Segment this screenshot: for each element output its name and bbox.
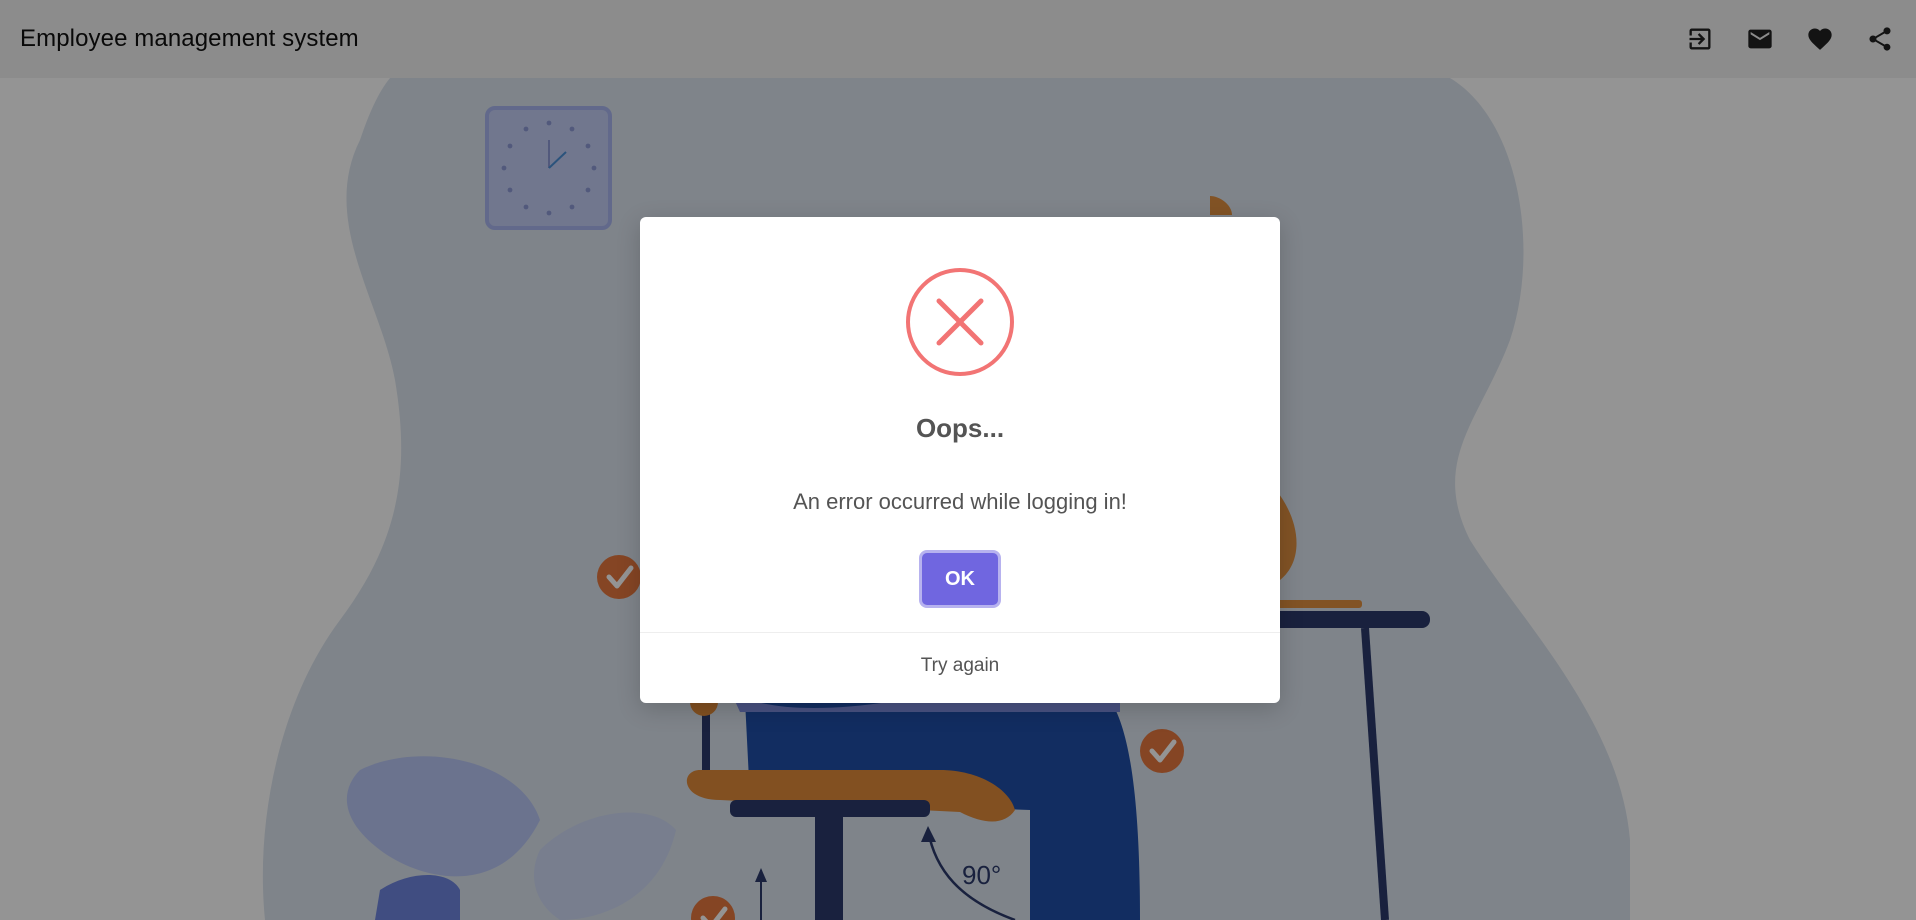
ok-button[interactable]: OK xyxy=(922,553,998,605)
dialog-message: An error occurred while logging in! xyxy=(793,489,1127,514)
dialog-footer-divider xyxy=(640,632,1280,633)
error-x-icon xyxy=(905,267,1015,377)
dialog-title: Oops... xyxy=(915,413,1005,443)
error-dialog: Oops... An error occurred while logging … xyxy=(640,217,1280,703)
try-again-link[interactable]: Try again xyxy=(640,655,1280,677)
